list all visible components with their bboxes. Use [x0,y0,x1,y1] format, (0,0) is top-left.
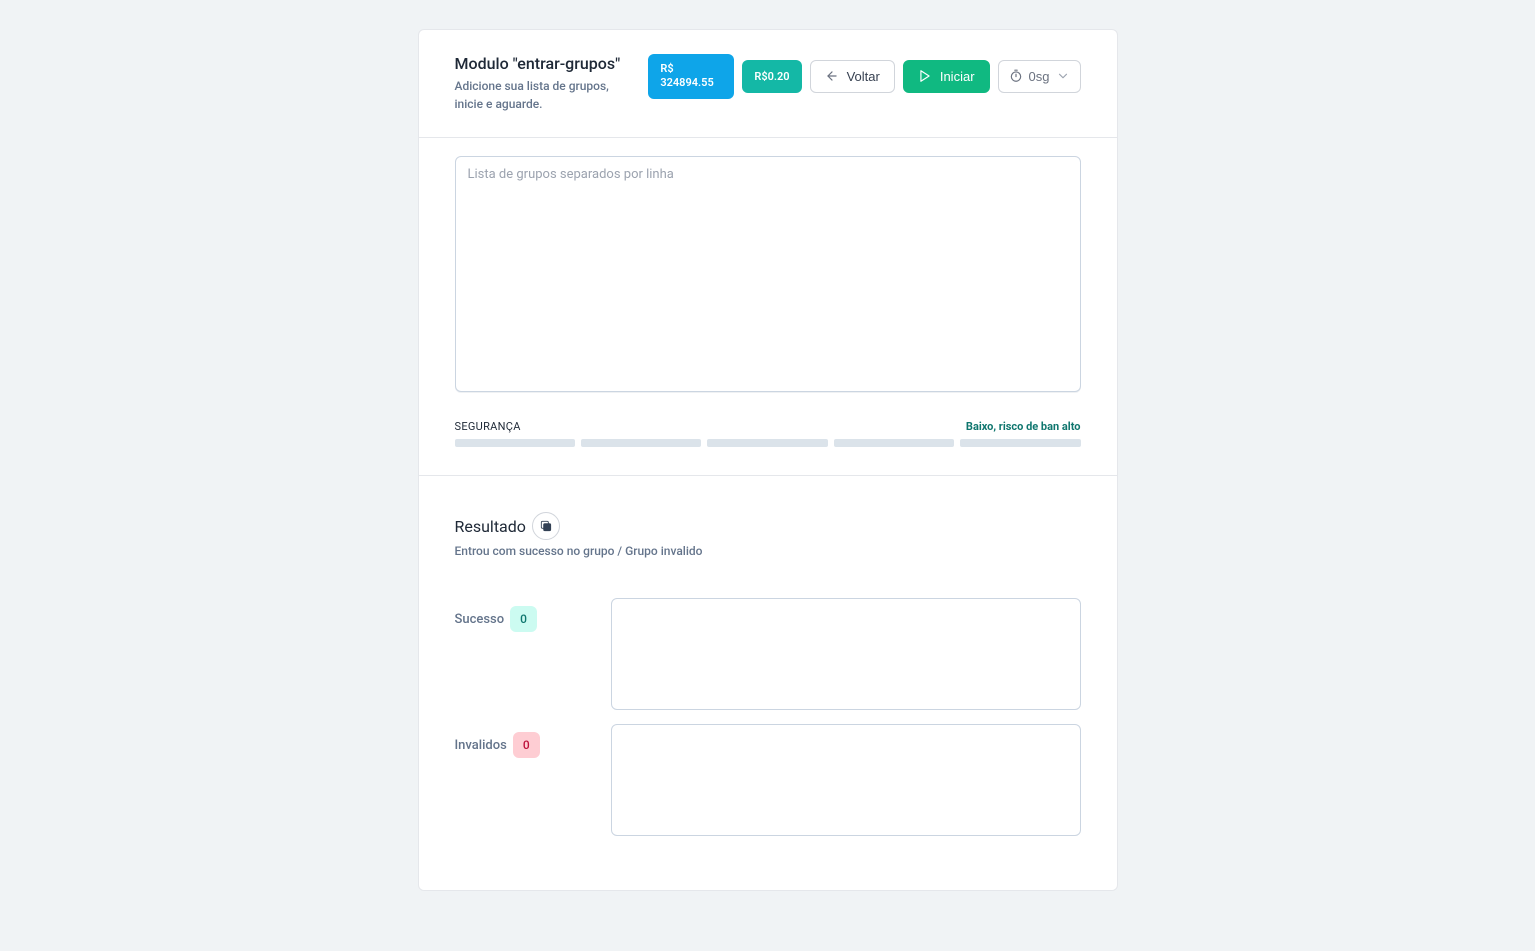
play-icon [918,69,932,83]
price-badge: R$0.20 [742,60,801,93]
header: Modulo "entrar-grupos" Adicione sua list… [419,30,1117,138]
invalid-box[interactable] [611,724,1081,836]
security-meter [455,439,1081,447]
back-button[interactable]: Voltar [810,60,895,93]
back-button-label: Voltar [847,69,880,84]
balance-badge: R$ 324894.55 [648,54,734,99]
groups-textarea[interactable] [455,156,1081,392]
result-title: Resultado [455,517,526,536]
result-subtitle: Entrou com sucesso no grupo / Grupo inva… [455,544,1081,558]
input-section: SEGURANÇA Baixo, risco de ban alto [419,138,1117,476]
meter-segment [960,439,1080,447]
copy-button[interactable] [532,512,560,540]
invalid-count-badge: 0 [513,732,540,758]
timer-select-value: 0sg [1029,69,1050,84]
success-left: Sucesso 0 [455,598,599,632]
module-card: Modulo "entrar-grupos" Adicione sua list… [418,29,1118,891]
result-section: Resultado Entrou com sucesso no grupo / … [419,476,1117,890]
meter-segment [707,439,827,447]
meter-segment [581,439,701,447]
timer-select[interactable]: 0sg [998,60,1081,93]
security-label: SEGURANÇA [455,420,521,433]
header-actions: R$ 324894.55 R$0.20 Voltar Iniciar 0sg [648,54,1080,99]
success-count-badge: 0 [510,606,537,632]
invalid-label: Invalidos [455,738,507,753]
arrow-left-icon [825,69,839,83]
success-row: Sucesso 0 [455,598,1081,710]
meter-segment [455,439,575,447]
start-button-label: Iniciar [940,69,975,84]
invalid-left: Invalidos 0 [455,724,599,758]
header-left: Modulo "entrar-grupos" Adicione sua list… [455,54,649,113]
copy-icon [539,519,553,533]
security-value: Baixo, risco de ban alto [966,420,1081,433]
stopwatch-icon [1009,69,1023,83]
meter-segment [834,439,954,447]
success-box[interactable] [611,598,1081,710]
page-subtitle: Adicione sua lista de grupos, inicie e a… [455,77,637,113]
chevron-down-icon [1056,69,1070,83]
start-button[interactable]: Iniciar [903,60,990,93]
page-title: Modulo "entrar-grupos" [455,54,637,73]
invalid-row: Invalidos 0 [455,724,1081,836]
result-header: Resultado [455,512,1081,540]
security-row: SEGURANÇA Baixo, risco de ban alto [455,420,1081,433]
success-label: Sucesso [455,612,505,627]
